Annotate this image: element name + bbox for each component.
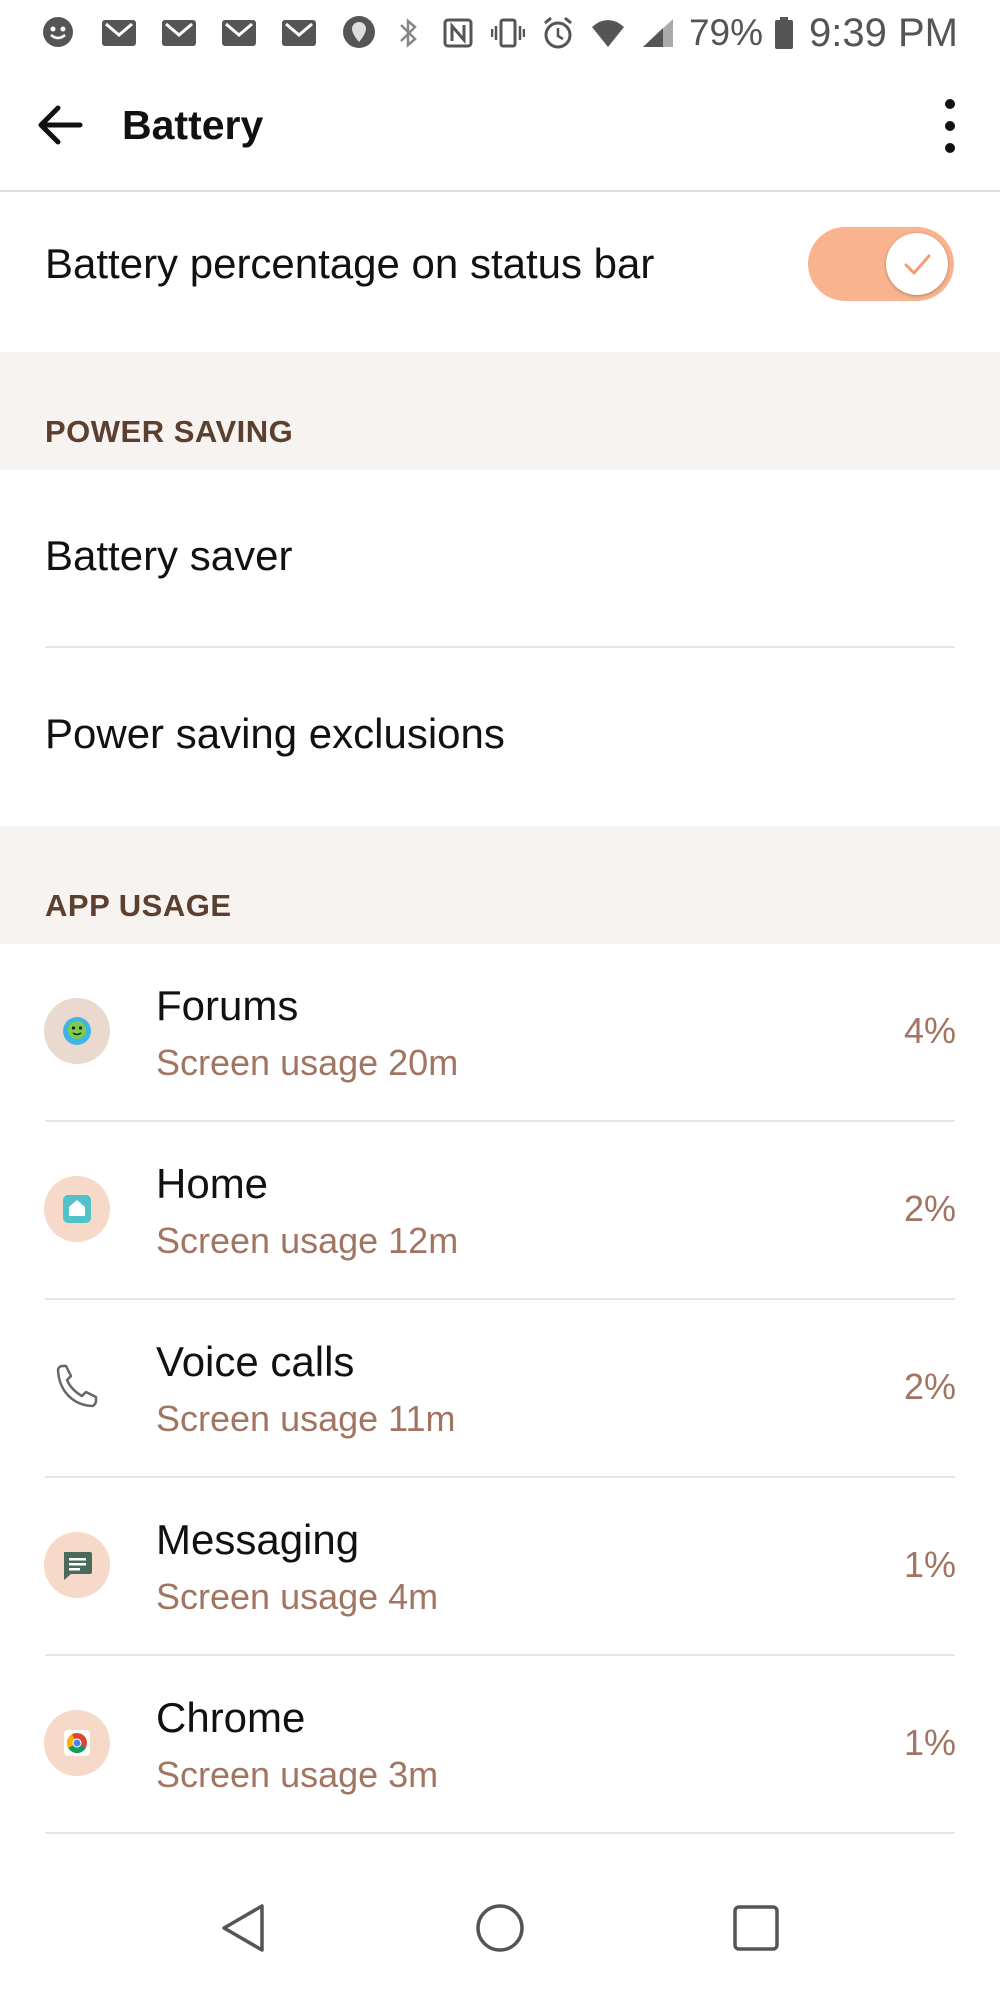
clock: 9:39 PM [809,10,958,55]
more-options-icon[interactable] [930,94,970,158]
battery-percentage-setting[interactable]: Battery percentage on status bar [0,192,1000,352]
battery-icon [773,15,795,51]
app-screen-usage: Screen usage 12m [156,1220,459,1261]
app-usage-row-messaging[interactable]: Messaging Screen usage 4m 1% [0,1478,1000,1656]
section-header-app-usage: APP USAGE [0,826,1000,944]
page-title: Battery [122,102,264,148]
battery-percentage-toggle[interactable] [808,227,954,301]
app-name: Forums [156,982,299,1029]
power-saving-exclusions-item[interactable]: Power saving exclusions [0,648,1000,826]
section-title: POWER SAVING [45,414,294,449]
app-usage-row-voice-calls[interactable]: Voice calls Screen usage 11m 2% [0,1300,1000,1478]
nav-home-icon[interactable] [470,1898,530,1958]
item-label: Battery saver [45,532,293,579]
toggle-knob [886,233,948,295]
app-battery-percent: 1% [903,1722,956,1763]
app-screen-usage: Screen usage 4m [156,1576,439,1617]
section-title: APP USAGE [45,888,232,923]
alarm-icon [541,15,575,51]
gmail-icon [280,14,318,50]
app-usage-row-home[interactable]: Home Screen usage 12m 2% [0,1122,1000,1300]
gmail-icon [220,14,258,50]
battery-percent-text: 79% [688,12,764,53]
section-header-power-saving: POWER SAVING [0,352,1000,470]
app-name: Voice calls [156,1338,355,1385]
app-name: Messaging [156,1516,360,1563]
gmail-icon [160,14,198,50]
vibrate-icon [490,15,526,51]
setting-label: Battery percentage on status bar [45,240,655,287]
app-usage-row-chrome[interactable]: Chrome Screen usage 3m 1% [0,1656,1000,1834]
wifi-icon [591,15,625,51]
forums-icon [44,998,110,1064]
app-name: Home [156,1160,269,1207]
app-name: Chrome [156,1694,306,1741]
app-screen-usage: Screen usage 3m [156,1754,439,1795]
messaging-icon [44,1532,110,1598]
app-battery-percent: 1% [903,1544,956,1585]
back-arrow-icon[interactable] [34,98,88,152]
signal-icon [641,15,675,51]
messenger-icon [40,14,78,50]
app-battery-percent: 4% [903,1010,956,1051]
navigation-bar [0,1854,1000,2000]
app-bar: Battery [0,66,1000,192]
app-battery-percent: 2% [903,1188,956,1229]
divider [45,1832,955,1834]
app-screen-usage: Screen usage 11m [156,1398,456,1439]
app-screen-usage: Screen usage 20m [156,1042,459,1083]
system-icons: 79% 9:39 PM [375,8,958,58]
gmail-icon [100,14,138,50]
check-icon [904,254,931,275]
battery-saver-item[interactable]: Battery saver [0,470,1000,648]
app-battery-percent: 2% [903,1366,956,1407]
nfc-icon [441,15,475,51]
chrome-icon [44,1710,110,1776]
notification-icons [40,12,400,52]
maps-icon [340,14,378,50]
phone-icon [44,1354,110,1420]
status-bar: 79% 9:39 PM [0,0,1000,66]
nav-back-icon[interactable] [214,1898,274,1958]
home-icon [44,1176,110,1242]
bluetooth-icon [391,15,425,51]
nav-recents-icon[interactable] [726,1898,786,1958]
app-usage-row-forums[interactable]: Forums Screen usage 20m 4% [0,944,1000,1122]
item-label: Power saving exclusions [45,710,505,757]
